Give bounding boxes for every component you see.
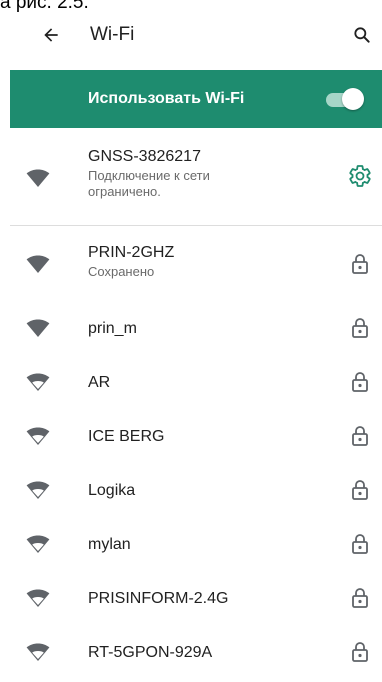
network-row[interactable]: mylan	[10, 518, 382, 572]
network-row[interactable]: PRIN-2GHZ Сохранено	[10, 226, 382, 302]
back-button[interactable]	[22, 0, 80, 70]
network-row[interactable]: prin_m	[10, 302, 382, 356]
network-ssid: mylan	[88, 536, 131, 553]
wifi-outline-icon	[26, 481, 50, 499]
network-ssid: PRIN-2GHZ	[88, 244, 175, 261]
wifi-filled-icon	[26, 169, 50, 187]
wifi-filled-icon	[26, 319, 50, 337]
use-wifi-label: Использовать Wi-Fi	[88, 90, 245, 107]
wifi-outline-icon	[26, 535, 50, 553]
network-ssid: RT-5GPON-929A	[88, 644, 213, 661]
network-row[interactable]: RT-5GPON-929A	[10, 626, 382, 680]
section-divider	[10, 225, 382, 226]
network-row[interactable]: ICE BERG	[10, 410, 382, 464]
lock-icon	[352, 372, 368, 392]
network-ssid: AR	[88, 374, 111, 391]
network-status: ограничено.	[88, 183, 161, 199]
gear-icon[interactable]	[348, 164, 372, 188]
wifi-toggle-switch[interactable]	[322, 88, 364, 110]
network-ssid: prin_m	[88, 320, 137, 337]
lock-icon	[352, 588, 368, 608]
wifi-outline-icon	[26, 589, 50, 607]
network-row[interactable]: PRISINFORM-2.4G	[10, 572, 382, 626]
network-status: Подключение к сети	[88, 167, 210, 183]
network-row[interactable]: Logika	[10, 464, 382, 518]
network-row-connected[interactable]: GNSS-3826217 Подключение к сети ограниче…	[10, 128, 382, 225]
search-button[interactable]	[342, 0, 382, 70]
arrow-back-icon	[44, 28, 58, 42]
network-ssid: Logika	[88, 482, 136, 499]
toggle-thumb	[342, 88, 364, 110]
network-ssid: ICE BERG	[88, 428, 165, 445]
wifi-outline-icon	[26, 427, 50, 445]
app-bar: Wi-Fi	[10, 0, 382, 70]
network-ssid: GNSS-3826217	[88, 147, 201, 165]
wifi-outline-icon	[26, 643, 50, 661]
network-status: Сохранено	[88, 264, 155, 279]
lock-icon	[352, 318, 368, 338]
lock-icon	[352, 426, 368, 446]
wifi-outline-icon	[26, 373, 50, 391]
search-icon	[354, 27, 370, 43]
lock-icon	[352, 534, 368, 554]
wifi-filled-icon	[26, 255, 50, 273]
lock-icon	[352, 642, 368, 662]
page-title: Wi-Fi	[90, 24, 135, 45]
lock-icon	[352, 254, 368, 274]
lock-icon	[352, 480, 368, 500]
use-wifi-row[interactable]: Использовать Wi-Fi	[10, 70, 382, 128]
network-list: GNSS-3826217 Подключение к сети ограниче…	[10, 128, 382, 680]
network-ssid: PRISINFORM-2.4G	[88, 590, 229, 607]
network-row[interactable]: AR	[10, 356, 382, 410]
